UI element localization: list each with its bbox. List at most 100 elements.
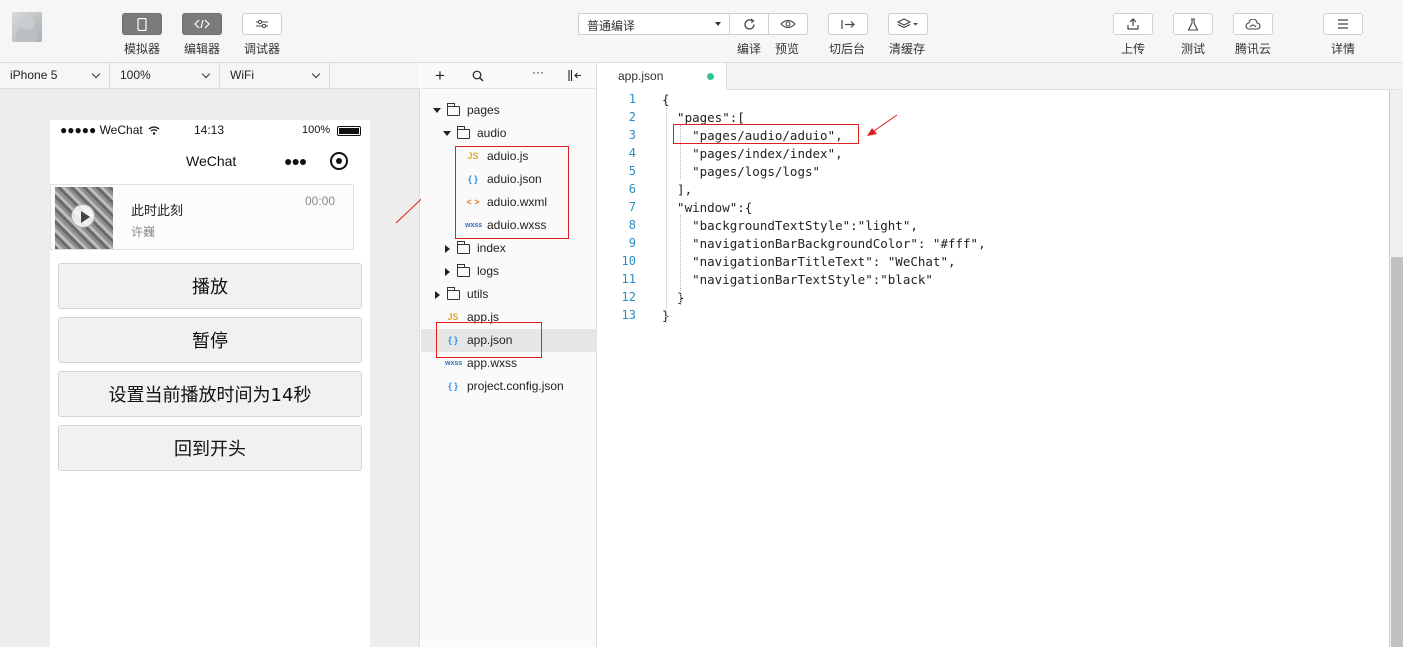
file-explorer: + ··· pages audio JS aduio.js { } aduio.js… xyxy=(421,63,597,647)
device-value: iPhone 5 xyxy=(10,68,58,82)
line-number: 3 xyxy=(628,128,636,142)
device-select[interactable]: iPhone 5 xyxy=(0,63,110,88)
preview-label: 预览 xyxy=(775,42,800,56)
add-file-icon[interactable]: + xyxy=(435,66,445,86)
compile-mode-select[interactable]: 普通编译 xyxy=(578,13,730,35)
layers-icon xyxy=(897,18,918,29)
clear-cache-label: 清缓存 xyxy=(889,42,926,56)
tree-item-label: pages xyxy=(467,103,500,117)
pause-button[interactable]: 暂停 xyxy=(58,317,362,363)
line-number: 11 xyxy=(621,272,636,286)
folder-icon xyxy=(457,240,470,254)
code-line[interactable]: "window":{ xyxy=(662,200,752,215)
highlight-box-audio-files xyxy=(455,146,569,239)
unsaved-dot-icon xyxy=(707,73,714,80)
network-select[interactable]: WiFi xyxy=(220,63,330,88)
code-line[interactable]: { xyxy=(662,92,670,107)
simulator-toggle-button[interactable] xyxy=(122,13,162,35)
tree-folder-pages[interactable]: pages xyxy=(433,99,500,122)
caret-right-icon xyxy=(445,244,450,253)
collapse-panel-icon[interactable] xyxy=(568,69,582,82)
network-value: WiFi xyxy=(230,68,254,82)
code-line[interactable]: "navigationBarTextStyle":"black" xyxy=(662,272,933,287)
compile-label: 编译 xyxy=(737,42,762,56)
simulator-label: 模拟器 xyxy=(124,42,161,56)
upload-button[interactable] xyxy=(1113,13,1153,35)
flask-icon xyxy=(1187,17,1199,31)
json-file-icon: { } xyxy=(448,381,458,392)
caret-down-icon xyxy=(433,108,441,114)
line-number: 7 xyxy=(628,200,636,214)
code-icon xyxy=(194,19,210,29)
line-number: 4 xyxy=(628,146,636,160)
code-line[interactable]: "backgroundTextStyle":"light", xyxy=(662,218,918,233)
editor-toggle-button[interactable] xyxy=(182,13,222,35)
compile-button[interactable] xyxy=(729,13,769,35)
carrier-text: ●●●●● WeChat xyxy=(60,123,143,137)
debugger-label: 调试器 xyxy=(244,42,281,56)
zoom-select[interactable]: 100% xyxy=(110,63,220,88)
debugger-toggle-button[interactable] xyxy=(242,13,282,35)
preview-button[interactable] xyxy=(768,13,808,35)
nav-title: WeChat xyxy=(186,153,237,169)
details-button[interactable] xyxy=(1323,13,1363,35)
tencent-cloud-button[interactable] xyxy=(1233,13,1273,35)
wifi-icon xyxy=(148,126,160,135)
tree-item-label: project.config.json xyxy=(467,379,564,393)
tree-file-app-wxss[interactable]: wxss app.wxss xyxy=(445,352,517,375)
rewind-start-button[interactable]: 回到开头 xyxy=(58,425,362,471)
line-number: 13 xyxy=(621,308,636,322)
sliders-icon xyxy=(256,19,268,29)
file-explorer-toolbar: + ··· xyxy=(421,63,597,89)
tree-item-label: app.wxss xyxy=(467,356,518,370)
caret-right-icon xyxy=(445,267,450,276)
tree-file-project-config[interactable]: { } project.config.json xyxy=(445,375,564,398)
tree-folder-utils[interactable]: utils xyxy=(433,283,488,306)
close-capsule-icon[interactable] xyxy=(330,152,348,170)
indent-guide xyxy=(680,215,681,305)
line-number: 6 xyxy=(628,182,636,196)
scrollbar-thumb[interactable] xyxy=(1391,257,1403,647)
tree-folder-index[interactable]: index xyxy=(443,237,506,260)
tree-item-label: utils xyxy=(467,287,489,301)
play-button[interactable]: 播放 xyxy=(58,263,362,309)
caret-down-icon xyxy=(715,22,721,26)
code-line[interactable]: "pages":[ xyxy=(662,110,745,125)
tree-item-label: logs xyxy=(477,264,500,278)
code-line[interactable]: "navigationBarBackgroundColor": "#fff", xyxy=(662,236,986,251)
line-number: 8 xyxy=(628,218,636,232)
background-button[interactable] xyxy=(828,13,868,35)
clear-cache-button[interactable] xyxy=(888,13,928,35)
test-button[interactable] xyxy=(1173,13,1213,35)
tencent-cloud-label: 腾讯云 xyxy=(1235,42,1272,56)
folder-icon xyxy=(457,263,470,277)
tab-label: app.json xyxy=(618,69,664,83)
folder-icon xyxy=(447,286,460,300)
audio-duration: 00:00 xyxy=(305,194,336,208)
tree-folder-logs[interactable]: logs xyxy=(443,260,499,283)
code-line[interactable]: "pages/index/index", xyxy=(662,146,843,161)
search-icon[interactable] xyxy=(472,70,484,82)
play-icon[interactable] xyxy=(71,204,95,228)
tree-item-label: audio xyxy=(477,126,507,140)
seek-14s-button[interactable]: 设置当前播放时间为14秒 xyxy=(58,371,362,417)
menu-icon xyxy=(1338,19,1348,29)
device-bar: iPhone 5 100% WiFi xyxy=(0,63,420,89)
more-menu-icon[interactable]: ●●● xyxy=(284,153,307,169)
wxss-file-icon: wxss xyxy=(445,360,463,368)
tab-app-json[interactable]: app.json xyxy=(598,63,727,90)
code-line[interactable]: "pages/logs/logs" xyxy=(662,164,820,179)
zoom-value: 100% xyxy=(120,68,151,82)
editor-scrollbar[interactable] xyxy=(1389,90,1403,647)
battery-icon xyxy=(337,126,361,136)
eye-icon xyxy=(780,19,796,29)
folder-open-icon xyxy=(457,125,470,139)
chevron-down-icon xyxy=(91,69,101,79)
code-line[interactable]: "navigationBarTitleText": "WeChat", xyxy=(662,254,955,269)
tree-folder-audio[interactable]: audio xyxy=(443,122,506,145)
upload-icon xyxy=(1127,18,1139,30)
more-icon[interactable]: ··· xyxy=(532,65,544,79)
annotation-arrow xyxy=(867,114,898,136)
user-avatar[interactable] xyxy=(12,12,42,42)
phone-screen: ●●●●● WeChat 14:13 100% WeChat ●●● 此时此刻 … xyxy=(50,120,370,647)
